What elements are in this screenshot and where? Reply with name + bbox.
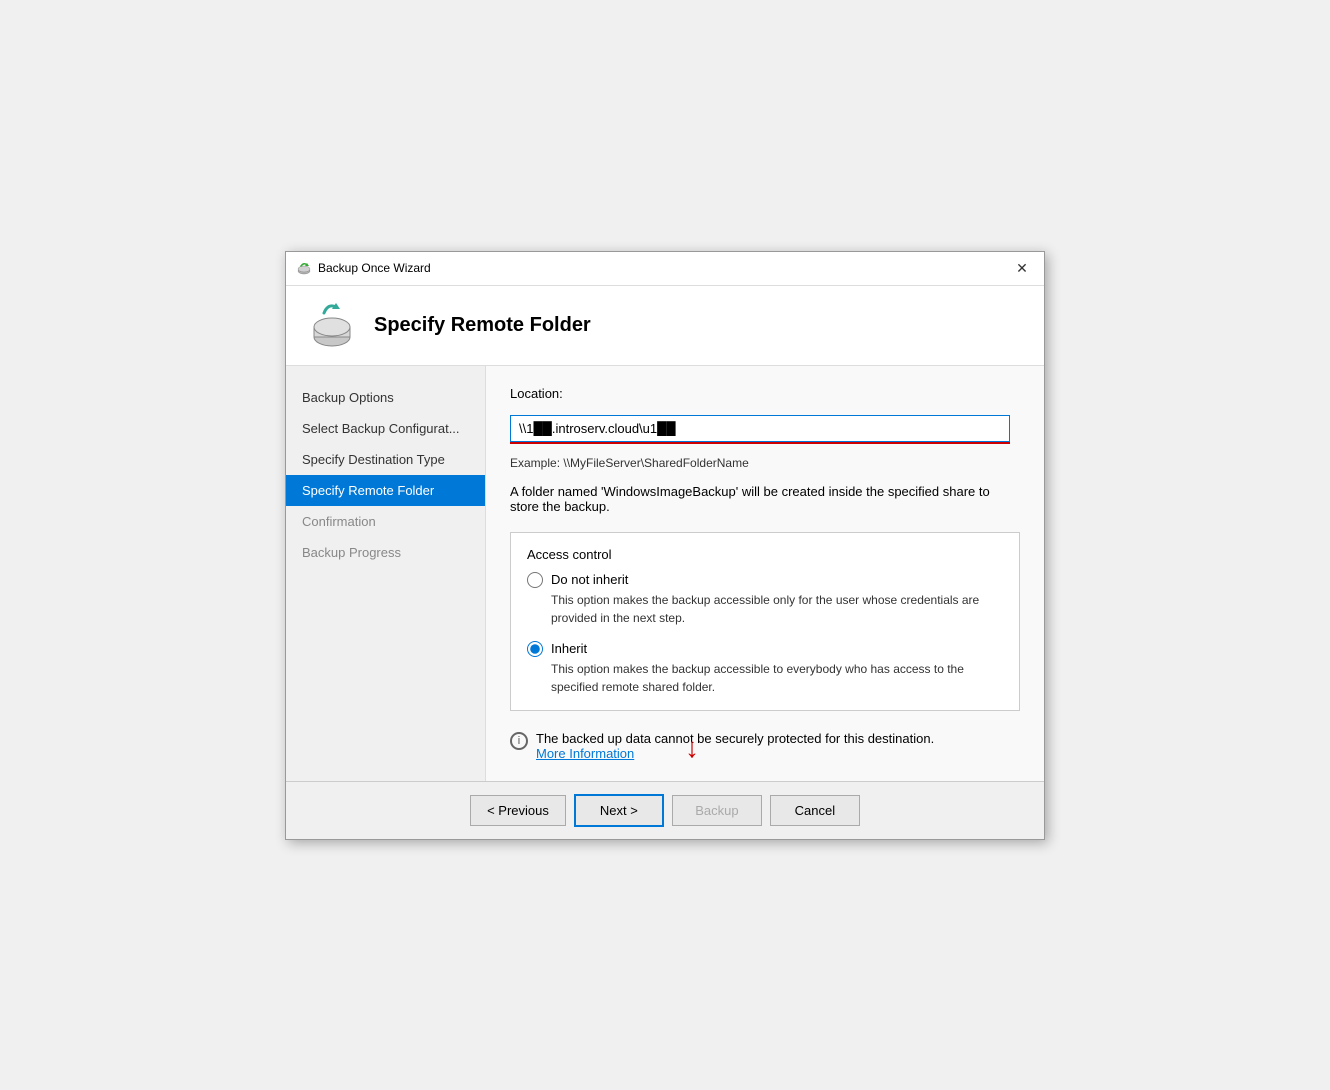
titlebar-icon: [296, 260, 312, 276]
content-area: Location: Example: \\MyFileServer\Shared…: [486, 366, 1044, 781]
radio-desc-inherit: This option makes the backup accessible …: [551, 660, 1003, 696]
footer-area: ↓ < Previous Next > Backup Cancel: [286, 781, 1044, 839]
info-icon: i: [510, 732, 528, 750]
title-bar: Backup Once Wizard ✕: [286, 252, 1044, 286]
backup-folder-info: A folder named 'WindowsImageBackup' will…: [510, 484, 1020, 514]
window-title: Backup Once Wizard: [318, 261, 431, 275]
radio-do-not-inherit[interactable]: [527, 572, 543, 588]
cancel-button[interactable]: Cancel: [770, 795, 860, 826]
body-area: Backup Options Select Backup Configurat.…: [286, 366, 1044, 781]
sidebar-item-specify-remote-folder[interactable]: Specify Remote Folder: [286, 475, 485, 506]
notice-text: The backed up data cannot be securely pr…: [536, 731, 934, 746]
wizard-window: Backup Once Wizard ✕ Specify Remote Fold…: [285, 251, 1045, 840]
radio-group: Do not inherit This option makes the bac…: [527, 572, 1003, 696]
sidebar-item-confirmation: Confirmation: [286, 506, 485, 537]
arrow-indicator: ↓: [685, 734, 699, 762]
sidebar: Backup Options Select Backup Configurat.…: [286, 366, 486, 781]
radio-item-do-not-inherit: Do not inherit This option makes the bac…: [527, 572, 1003, 627]
example-text: Example: \\MyFileServer\SharedFolderName: [510, 456, 1020, 470]
sidebar-item-backup-options[interactable]: Backup Options: [286, 382, 485, 413]
sidebar-item-specify-destination-type[interactable]: Specify Destination Type: [286, 444, 485, 475]
more-info-link[interactable]: More Information: [536, 746, 634, 761]
close-button[interactable]: ✕: [1010, 256, 1034, 280]
sidebar-item-select-backup-config[interactable]: Select Backup Configurat...: [286, 413, 485, 444]
radio-desc-do-not-inherit: This option makes the backup accessible …: [551, 591, 1003, 627]
location-label: Location:: [510, 386, 1020, 401]
radio-item-inherit: Inherit This option makes the backup acc…: [527, 641, 1003, 696]
sidebar-item-backup-progress: Backup Progress: [286, 537, 485, 568]
previous-button[interactable]: < Previous: [470, 795, 566, 826]
page-title: Specify Remote Folder: [374, 314, 591, 337]
radio-inherit[interactable]: [527, 641, 543, 657]
info-notice: i The backed up data cannot be securely …: [510, 731, 1020, 761]
header-area: Specify Remote Folder: [286, 286, 1044, 366]
access-control-title: Access control: [527, 547, 1003, 562]
header-icon: [306, 299, 358, 351]
title-bar-left: Backup Once Wizard: [296, 260, 431, 276]
next-button[interactable]: Next >: [574, 794, 664, 827]
location-input-wrap: [510, 415, 1020, 444]
location-error-underline: [510, 442, 1010, 444]
access-control-box: Access control Do not inherit This optio…: [510, 532, 1020, 711]
radio-label-do-not-inherit[interactable]: Do not inherit: [551, 572, 628, 587]
radio-label-inherit[interactable]: Inherit: [551, 641, 587, 656]
location-input[interactable]: [510, 415, 1010, 442]
backup-button[interactable]: Backup: [672, 795, 762, 826]
